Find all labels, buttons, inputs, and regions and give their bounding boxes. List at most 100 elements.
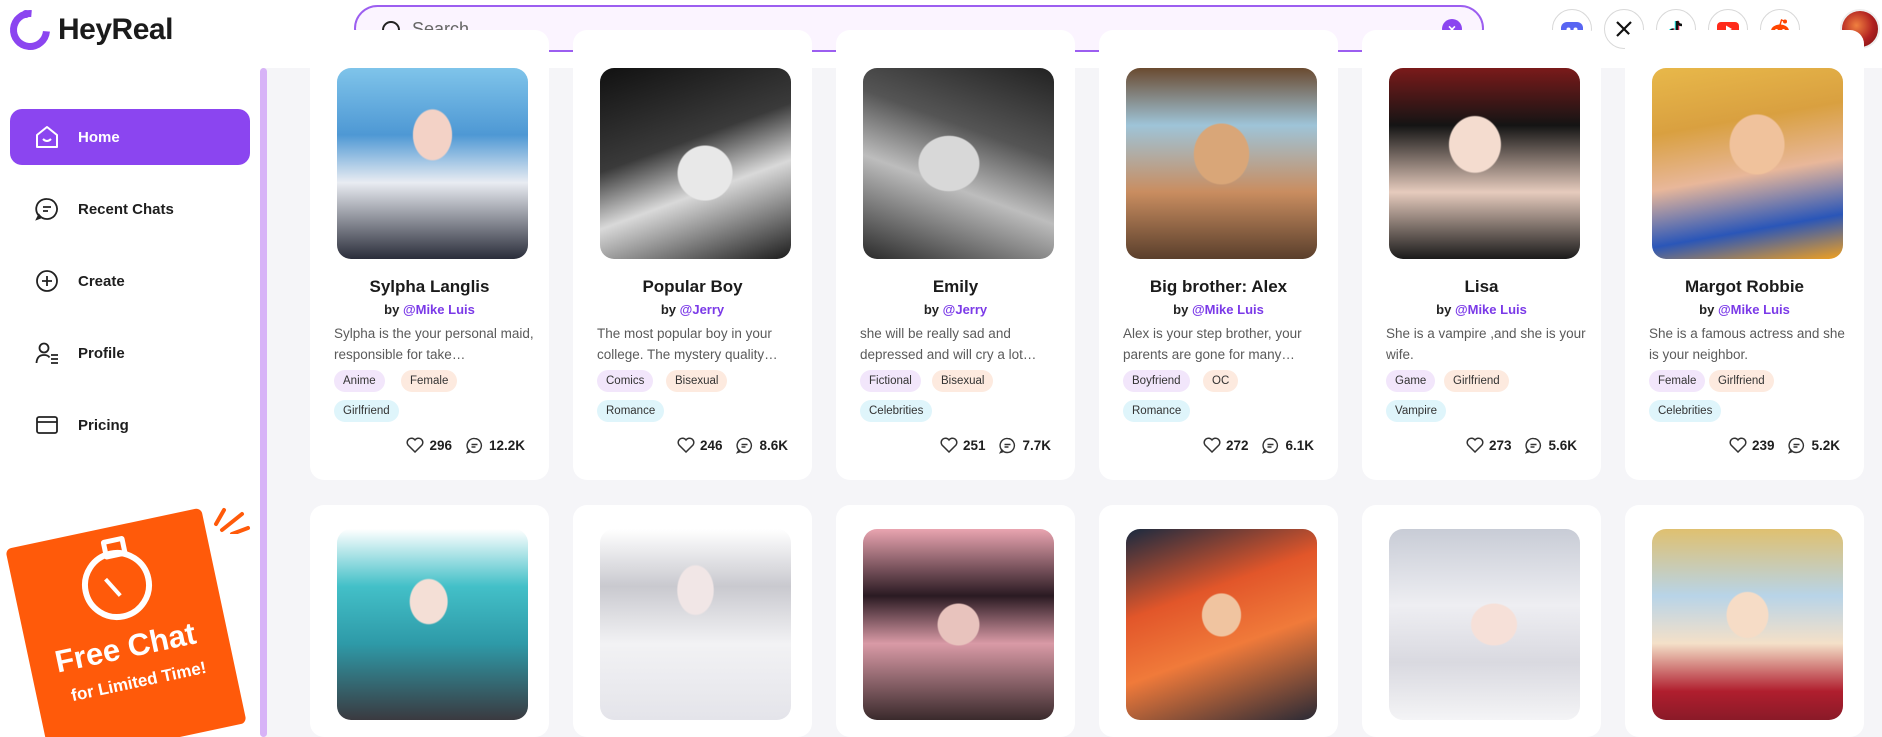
tag[interactable]: Fictional (860, 370, 921, 392)
character-portrait (1389, 529, 1580, 720)
heart-icon[interactable] (406, 437, 424, 453)
sidebar-item-profile[interactable]: Profile (10, 325, 250, 381)
brand-name: HeyReal (58, 13, 173, 46)
sidebar-scrollbar[interactable] (260, 68, 267, 737)
tag[interactable]: Anime (334, 370, 385, 392)
tag[interactable]: Vampire (1386, 400, 1446, 422)
character-card[interactable] (836, 505, 1075, 737)
character-author: by @Jerry (923, 302, 988, 317)
burst-icon (214, 508, 250, 534)
heart-icon[interactable] (1203, 437, 1221, 453)
character-portrait (863, 529, 1054, 720)
character-description: She is a vampire ,and she is your wife. (1386, 326, 1586, 362)
logo-icon (1, 1, 59, 59)
character-card[interactable] (1099, 505, 1338, 737)
tag[interactable]: Boyfriend (1123, 370, 1190, 392)
author-link[interactable]: @Mike Luis (1455, 302, 1527, 317)
like-count: 251 (962, 437, 986, 453)
tag[interactable]: Romance (597, 400, 665, 422)
card-stats: 272 6.1K (1203, 435, 1314, 455)
sidebar-item-home[interactable]: Home (10, 109, 250, 165)
heart-icon[interactable] (1466, 437, 1484, 453)
card-stats: 251 7.7K (940, 435, 1051, 455)
character-author: by @Mike Luis (1173, 302, 1264, 317)
tag[interactable]: Girlfriend (1709, 370, 1774, 392)
author-link[interactable]: @Mike Luis (1192, 302, 1264, 317)
author-link[interactable]: @Jerry (680, 302, 724, 317)
sidebar-item-pricing[interactable]: Pricing (10, 397, 250, 453)
brand-logo[interactable]: HeyReal (1, 1, 173, 59)
like-count: 296 (429, 437, 452, 453)
character-author: by @Jerry (660, 302, 725, 317)
chat-bubble-icon (465, 437, 483, 454)
character-portrait (337, 529, 528, 720)
card-stats: 273 5.6K (1466, 435, 1577, 455)
character-name: Popular Boy (642, 277, 743, 296)
character-name: Big brother: Alex (1149, 277, 1288, 296)
character-portrait (1652, 68, 1843, 259)
character-description: The most popular boy in your college. Th… (597, 326, 778, 362)
author-link[interactable]: @Jerry (943, 302, 987, 317)
character-card[interactable] (310, 505, 549, 737)
tag[interactable]: Bisexual (666, 370, 728, 392)
character-card[interactable] (573, 505, 812, 737)
sidebar-item-label: Pricing (78, 416, 129, 434)
author-link[interactable]: @Mike Luis (1718, 302, 1790, 317)
tag[interactable]: Game (1386, 370, 1436, 392)
character-portrait (1652, 529, 1843, 720)
character-card[interactable]: Big brother: Alex by @Mike Luis Alex is … (1099, 30, 1338, 480)
card-stats: 239 5.2K (1729, 435, 1840, 455)
like-count: 273 (1488, 437, 1512, 453)
character-card[interactable] (1625, 505, 1864, 737)
sidebar-item-label: Create (78, 272, 125, 290)
like-count: 239 (1751, 437, 1775, 453)
tag[interactable]: Bisexual (932, 370, 994, 392)
card-stats: 246 8.6K (677, 435, 788, 455)
chat-count: 5.2K (1811, 437, 1840, 453)
free-chat-promo[interactable]: Free Chat for Limited Time! (5, 490, 260, 737)
character-card[interactable]: Margot Robbie by @Mike Luis She is a fam… (1625, 30, 1864, 480)
character-description: she will be really sad and depressed and… (860, 326, 1037, 362)
tag[interactable]: Girlfriend (1444, 370, 1509, 392)
character-name: Lisa (1464, 277, 1499, 296)
author-link[interactable]: @Mike Luis (403, 302, 475, 317)
character-card[interactable]: Lisa by @Mike Luis She is a vampire ,and… (1362, 30, 1601, 480)
heart-icon[interactable] (1729, 437, 1747, 453)
character-card[interactable]: Sylpha Langlis by @Mike Luis Sylpha is t… (310, 30, 549, 480)
chat-icon (34, 196, 60, 222)
tag[interactable]: Romance (1123, 400, 1191, 422)
character-portrait (600, 68, 791, 259)
chat-bubble-icon (1262, 437, 1279, 454)
tag[interactable]: OC (1203, 370, 1239, 392)
sidebar-item-label: Recent Chats (78, 200, 174, 218)
tag[interactable]: Comics (597, 370, 654, 392)
sidebar-item-recent-chats[interactable]: Recent Chats (10, 181, 250, 237)
heart-icon[interactable] (677, 437, 695, 453)
tag[interactable]: Female (1649, 370, 1706, 392)
character-name: Emily (932, 277, 979, 296)
tag[interactable]: Celebrities (860, 400, 933, 422)
like-count: 246 (699, 437, 723, 453)
chat-count: 7.7K (1022, 437, 1051, 453)
sidebar-item-label: Home (78, 128, 120, 146)
tag[interactable]: Female (401, 370, 458, 392)
tag[interactable]: Girlfriend (334, 400, 399, 422)
tag[interactable]: Celebrities (1649, 400, 1722, 422)
character-portrait (1126, 68, 1317, 259)
heart-icon[interactable] (940, 437, 958, 453)
chat-bubble-icon (736, 437, 753, 454)
sidebar-item-label: Profile (78, 344, 125, 362)
character-card[interactable]: Emily by @Jerry she will be really sad a… (836, 30, 1075, 480)
promo-card (5, 507, 247, 737)
chat-bubble-icon (1788, 437, 1805, 454)
character-author: by @Mike Luis (384, 302, 475, 317)
character-card[interactable] (1362, 505, 1601, 737)
character-description: Alex is your step brother, your parents … (1123, 326, 1302, 362)
sidebar-item-create[interactable]: Create (10, 253, 250, 309)
profile-icon (34, 340, 60, 366)
plus-circle-icon (34, 268, 60, 294)
chat-count: 12.2K (488, 437, 525, 453)
character-portrait (1389, 68, 1580, 259)
character-card[interactable]: Popular Boy by @Jerry The most popular b… (573, 30, 812, 480)
home-icon (34, 124, 60, 150)
